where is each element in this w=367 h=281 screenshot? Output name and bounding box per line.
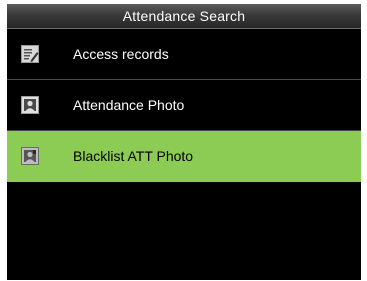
menu-list: Access records Attendance Photo Blacklis… bbox=[7, 29, 361, 182]
blacklist-photo-icon bbox=[21, 147, 39, 165]
menu-item-attendance-photo[interactable]: Attendance Photo bbox=[7, 80, 361, 131]
menu-item-blacklist-att-photo[interactable]: Blacklist ATT Photo bbox=[7, 131, 361, 182]
device-screen: Attendance Search Access records Attenda… bbox=[7, 4, 361, 280]
menu-item-access-records[interactable]: Access records bbox=[7, 29, 361, 80]
title-bar: Attendance Search bbox=[7, 4, 361, 29]
menu-item-label: Attendance Photo bbox=[73, 97, 185, 113]
page-title: Attendance Search bbox=[122, 8, 246, 24]
table-edit-icon bbox=[21, 45, 39, 63]
menu-item-label: Access records bbox=[73, 46, 169, 62]
portrait-photo-icon bbox=[21, 96, 39, 114]
menu-item-label: Blacklist ATT Photo bbox=[73, 148, 194, 164]
